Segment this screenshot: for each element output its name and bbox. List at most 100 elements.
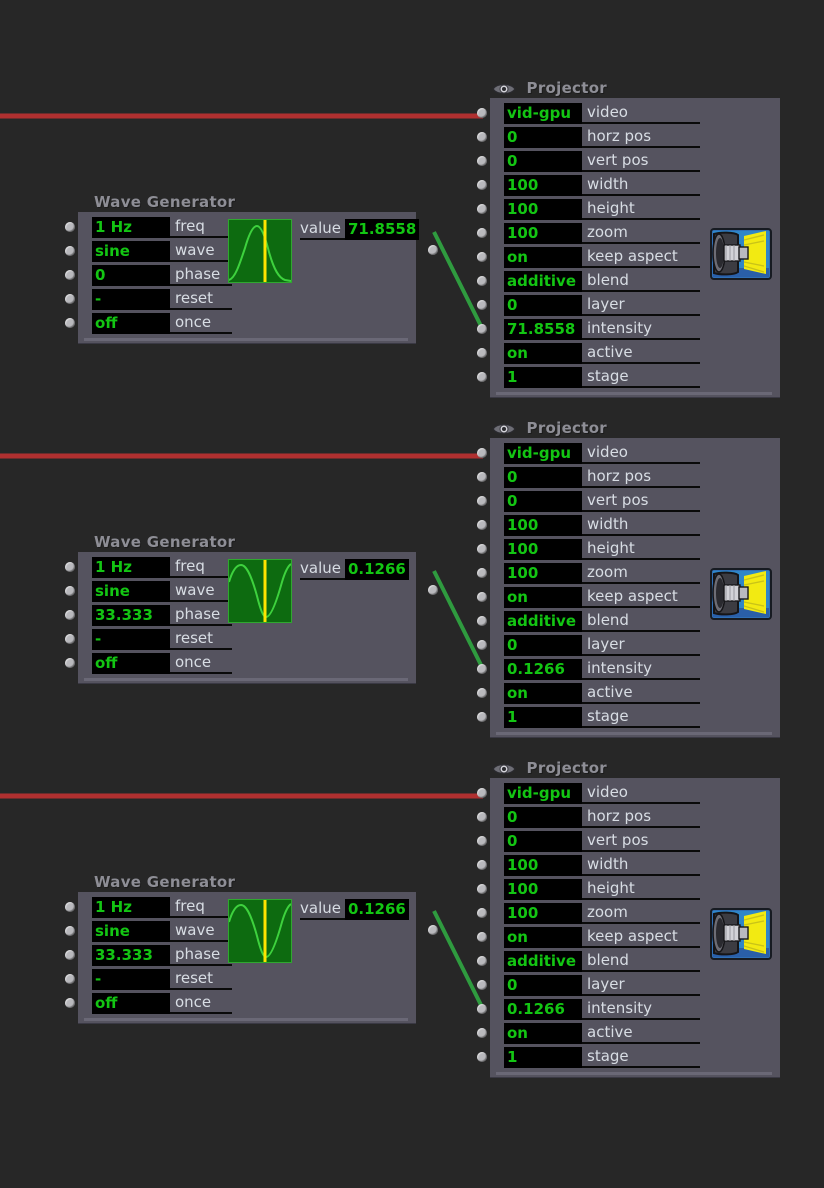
wave-generator-node[interactable]: Wave Generator 1 Hz freq sine wave 33.33… [65,532,438,683]
port-keep-aspect[interactable] [477,932,487,942]
param-value-stage[interactable]: 1 [504,366,582,388]
port-video[interactable] [477,448,487,458]
port-blend[interactable] [477,276,487,286]
port-height[interactable] [477,204,487,214]
port-layer[interactable] [477,980,487,990]
param-value-phase[interactable]: 0 [92,264,170,286]
param-row[interactable]: 0 vert pos [477,489,780,513]
param-value-height[interactable]: 100 [504,538,582,560]
port-horz-pos[interactable] [477,132,487,142]
param-value-keep-aspect[interactable]: on [504,926,582,948]
port-value-output[interactable] [428,925,438,935]
param-value-freq[interactable]: 1 Hz [92,216,170,238]
port-reset[interactable] [65,974,75,984]
port-value-output[interactable] [428,245,438,255]
port-blend[interactable] [477,956,487,966]
param-value-height[interactable]: 100 [504,198,582,220]
param-value-width[interactable]: 100 [504,174,582,196]
param-row[interactable]: 0 vert pos [477,829,780,853]
param-row[interactable]: on active [477,341,780,365]
port-once[interactable] [65,318,75,328]
param-value-blend[interactable]: additive [504,950,582,972]
port-wave[interactable] [65,926,75,936]
param-row[interactable]: 1 stage [477,1045,780,1069]
port-height[interactable] [477,884,487,894]
port-video[interactable] [477,788,487,798]
param-row[interactable]: on active [477,1021,780,1045]
param-value-width[interactable]: 100 [504,514,582,536]
output-value[interactable]: 0.1266 [344,899,409,920]
param-value-width[interactable]: 100 [504,854,582,876]
port-width[interactable] [477,180,487,190]
port-wave[interactable] [65,586,75,596]
param-row[interactable]: 100 width [477,853,780,877]
port-stage[interactable] [477,372,487,382]
port-once[interactable] [65,998,75,1008]
port-phase[interactable] [65,950,75,960]
port-freq[interactable] [65,562,75,572]
param-value-stage[interactable]: 1 [504,706,582,728]
param-row[interactable]: 100 height [477,537,780,561]
param-value-horz-pos[interactable]: 0 [504,466,582,488]
param-value-once[interactable]: off [92,992,170,1014]
port-vert-pos[interactable] [477,496,487,506]
param-value-keep-aspect[interactable]: on [504,246,582,268]
param-value-active[interactable]: on [504,1022,582,1044]
port-layer[interactable] [477,300,487,310]
port-value-output[interactable] [428,585,438,595]
port-width[interactable] [477,520,487,530]
param-value-active[interactable]: on [504,342,582,364]
param-value-reset[interactable]: - [92,288,170,310]
param-row[interactable]: 0.1266 intensity [477,657,780,681]
param-value-vert-pos[interactable]: 0 [504,490,582,512]
port-stage[interactable] [477,712,487,722]
param-value-intensity[interactable]: 0.1266 [504,998,582,1020]
param-row[interactable]: vid-gpu video [477,441,780,465]
port-zoom[interactable] [477,908,487,918]
param-row[interactable]: 0 horz pos [477,125,780,149]
param-row[interactable]: 100 height [477,877,780,901]
param-value-horz-pos[interactable]: 0 [504,806,582,828]
port-intensity[interactable] [477,664,487,674]
param-value-zoom[interactable]: 100 [504,562,582,584]
param-value-intensity[interactable]: 0.1266 [504,658,582,680]
param-row[interactable]: 1 stage [477,365,780,389]
param-value-height[interactable]: 100 [504,878,582,900]
port-active[interactable] [477,688,487,698]
port-keep-aspect[interactable] [477,252,487,262]
port-layer[interactable] [477,640,487,650]
param-value-freq[interactable]: 1 Hz [92,896,170,918]
param-row[interactable]: off once [65,311,416,335]
param-row[interactable]: on active [477,681,780,705]
param-row[interactable]: 100 width [477,173,780,197]
port-once[interactable] [65,658,75,668]
port-vert-pos[interactable] [477,156,487,166]
port-intensity[interactable] [477,1004,487,1014]
param-row[interactable]: - reset [65,967,416,991]
port-active[interactable] [477,348,487,358]
port-active[interactable] [477,1028,487,1038]
param-row[interactable]: 0 horz pos [477,465,780,489]
param-value-once[interactable]: off [92,312,170,334]
param-row[interactable]: 71.8558 intensity [477,317,780,341]
projector-node[interactable]: Projector vid-gpu video 0 horz pos 0 ver… [477,758,780,1077]
param-value-reset[interactable]: - [92,628,170,650]
param-row[interactable]: - reset [65,287,416,311]
param-value-once[interactable]: off [92,652,170,674]
param-value-intensity[interactable]: 71.8558 [504,318,582,340]
port-freq[interactable] [65,222,75,232]
wave-generator-node[interactable]: Wave Generator 1 Hz freq sine wave 0 pha… [65,192,438,343]
port-width[interactable] [477,860,487,870]
param-row[interactable]: 0 layer [477,293,780,317]
param-value-wave[interactable]: sine [92,580,170,602]
port-freq[interactable] [65,902,75,912]
projector-node[interactable]: Projector vid-gpu video 0 horz pos 0 ver… [477,418,780,737]
output-value[interactable]: 0.1266 [344,559,409,580]
param-row[interactable]: 0 horz pos [477,805,780,829]
port-reset[interactable] [65,294,75,304]
param-row[interactable]: vid-gpu video [477,101,780,125]
param-value-reset[interactable]: - [92,968,170,990]
port-horz-pos[interactable] [477,472,487,482]
port-horz-pos[interactable] [477,812,487,822]
node-title-bar[interactable]: Wave Generator [78,192,416,212]
